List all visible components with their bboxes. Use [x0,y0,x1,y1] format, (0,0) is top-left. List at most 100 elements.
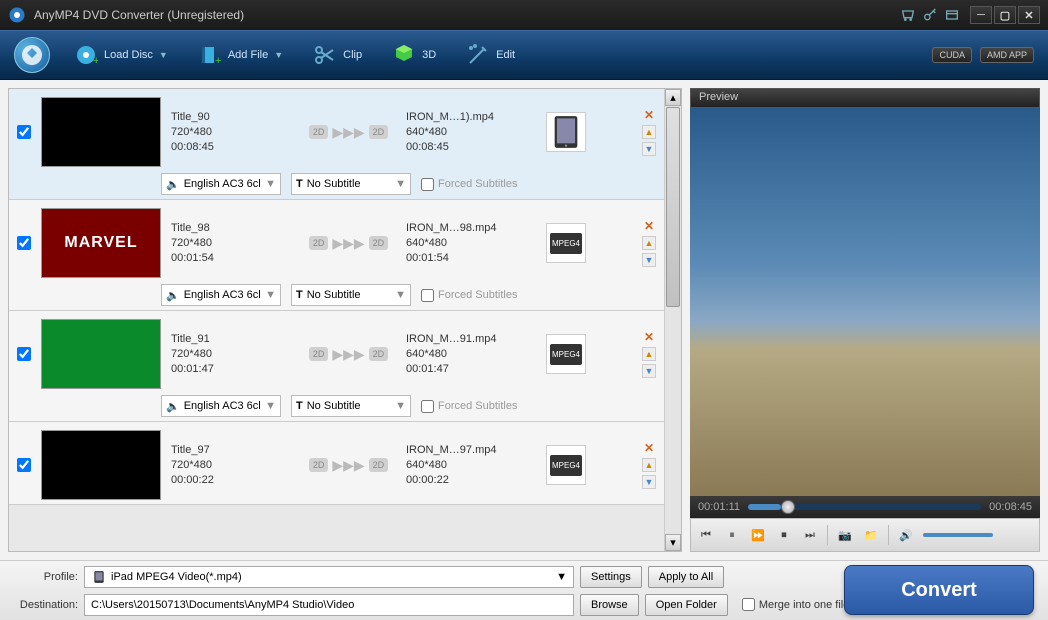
pause-button[interactable]: ⏸ [723,526,741,544]
remove-row-button[interactable]: ✕ [642,330,656,344]
key-icon[interactable] [922,7,938,23]
close-button[interactable]: ✕ [1018,6,1040,24]
add-file-button[interactable]: + Add File ▼ [192,39,289,71]
scroll-up-button[interactable]: ▴ [665,89,681,106]
subtitle-dropdown[interactable]: T No Subtitle ▼ [291,284,411,306]
out-dur: 00:01:54 [406,252,536,264]
apply-all-button[interactable]: Apply to All [648,566,724,588]
browse-button[interactable]: Browse [580,594,639,616]
next-button[interactable]: ⏭ [801,526,819,544]
src-title: Title_90 [171,111,291,123]
source-info: Title_91 720*480 00:01:47 [171,333,291,375]
clip-button[interactable]: Clip [307,39,368,71]
audio-dropdown[interactable]: 🔈 English AC3 6cl ▼ [161,284,281,306]
remove-row-button[interactable]: ✕ [642,108,656,122]
device-profile-icon[interactable]: MPEG4 [546,334,586,374]
convert-button[interactable]: Convert [844,565,1034,615]
profile-value: iPad MPEG4 Video(*.mp4) [111,571,242,583]
2d-tag: 2D [369,458,389,472]
row-checkbox[interactable] [17,347,31,361]
audio-dropdown[interactable]: 🔈 English AC3 6cl ▼ [161,395,281,417]
edit-button[interactable]: Edit [460,39,521,71]
merge-label: Merge into one file [759,599,850,611]
output-info: IRON_M…91.mp4 640*480 00:01:47 [406,333,536,375]
forced-label: Forced Subtitles [438,289,517,301]
volume-icon[interactable]: 🔊 [897,526,915,544]
scroll-down-button[interactable]: ▾ [665,534,681,551]
move-up-button[interactable]: ▲ [642,347,656,361]
list-row[interactable]: MARVEL Title_98 720*480 00:01:54 2D ▶▶▶ … [9,200,664,311]
settings-button[interactable]: Settings [580,566,642,588]
list-row[interactable]: Title_97 720*480 00:00:22 2D ▶▶▶ 2D IRON… [9,422,664,505]
chevron-down-icon: ▼ [265,178,276,190]
forced-checkbox-input[interactable] [421,178,434,191]
device-profile-icon[interactable]: MPEG4 [546,223,586,263]
device-profile-icon[interactable]: MPEG4 [546,445,586,485]
row-checkbox[interactable] [17,125,31,139]
load-disc-button[interactable]: + Load Disc ▼ [68,39,174,71]
scrollbar[interactable]: ▴ ▾ [664,89,681,551]
out-res: 640*480 [406,126,536,138]
move-up-button[interactable]: ▲ [642,458,656,472]
list-row[interactable]: Title_91 720*480 00:01:47 2D ▶▶▶ 2D IRON… [9,311,664,422]
audio-value: English AC3 6cl [184,289,261,301]
scroll-thumb[interactable] [666,107,680,307]
move-down-button[interactable]: ▼ [642,253,656,267]
stop-button[interactable]: ⏹ [775,526,793,544]
minimize-button[interactable]: ─ [970,6,992,24]
folder-button[interactable]: 📁 [862,526,880,544]
device-icon [91,570,107,584]
subtitle-dropdown[interactable]: T No Subtitle ▼ [291,395,411,417]
snapshot-button[interactable]: 📷 [836,526,854,544]
open-folder-button[interactable]: Open Folder [645,594,728,616]
move-down-button[interactable]: ▼ [642,364,656,378]
subtitle-dropdown[interactable]: T No Subtitle ▼ [291,173,411,195]
seek-slider[interactable] [748,504,981,510]
dest-field[interactable]: C:\Users\20150713\Documents\AnyMP4 Studi… [84,594,574,616]
merge-checkbox[interactable]: Merge into one file [742,598,850,611]
preview-pane: Preview 00:01:11 00:08:45 ⏮ ⏸ ⏩ ⏹ ⏭ 📷 📁 … [690,88,1040,552]
remove-row-button[interactable]: ✕ [642,219,656,233]
out-name: IRON_M…97.mp4 [406,444,536,456]
move-up-button[interactable]: ▲ [642,125,656,139]
main-body: Title_90 720*480 00:08:45 2D ▶▶▶ 2D IRON… [0,80,1048,560]
chevron-down-icon: ▼ [274,50,283,60]
convert-arrow: 2D ▶▶▶ 2D [301,346,396,363]
forced-label: Forced Subtitles [438,178,517,190]
move-up-button[interactable]: ▲ [642,236,656,250]
arrow-icon: ▶▶▶ [332,124,364,141]
row-checkbox[interactable] [17,236,31,250]
play-button[interactable]: ⏩ [749,526,767,544]
forced-subtitles-checkbox[interactable]: Forced Subtitles [421,289,517,302]
forced-subtitles-checkbox[interactable]: Forced Subtitles [421,400,517,413]
forced-checkbox-input[interactable] [421,289,434,302]
row-checkbox[interactable] [17,458,31,472]
forced-checkbox-input[interactable] [421,400,434,413]
output-info: IRON_M…97.mp4 640*480 00:00:22 [406,444,536,486]
3d-button[interactable]: 3D [386,39,442,71]
prev-button[interactable]: ⏮ [697,526,715,544]
chevron-down-icon: ▼ [395,289,406,301]
arrow-icon: ▶▶▶ [332,457,364,474]
titlebar: AnyMP4 DVD Converter (Unregistered) ─ ▢ … [0,0,1048,30]
2d-tag: 2D [309,236,329,250]
forced-subtitles-checkbox[interactable]: Forced Subtitles [421,178,517,191]
maximize-button[interactable]: ▢ [994,6,1016,24]
volume-slider[interactable] [923,533,993,537]
device-profile-icon[interactable] [546,112,586,152]
preview-video[interactable] [690,108,1040,496]
audio-dropdown[interactable]: 🔈 English AC3 6cl ▼ [161,173,281,195]
subtitle-value: No Subtitle [307,289,361,301]
menu-icon[interactable] [944,7,960,23]
move-down-button[interactable]: ▼ [642,475,656,489]
speaker-icon: 🔈 [166,400,180,413]
remove-row-button[interactable]: ✕ [642,441,656,455]
list-row[interactable]: Title_90 720*480 00:08:45 2D ▶▶▶ 2D IRON… [9,89,664,200]
convert-arrow: 2D ▶▶▶ 2D [301,124,396,141]
move-down-button[interactable]: ▼ [642,142,656,156]
wand-icon [466,43,490,67]
2d-tag: 2D [309,347,329,361]
merge-checkbox-input[interactable] [742,598,755,611]
cart-icon[interactable] [900,7,916,23]
profile-dropdown[interactable]: iPad MPEG4 Video(*.mp4) ▼ [84,566,574,588]
